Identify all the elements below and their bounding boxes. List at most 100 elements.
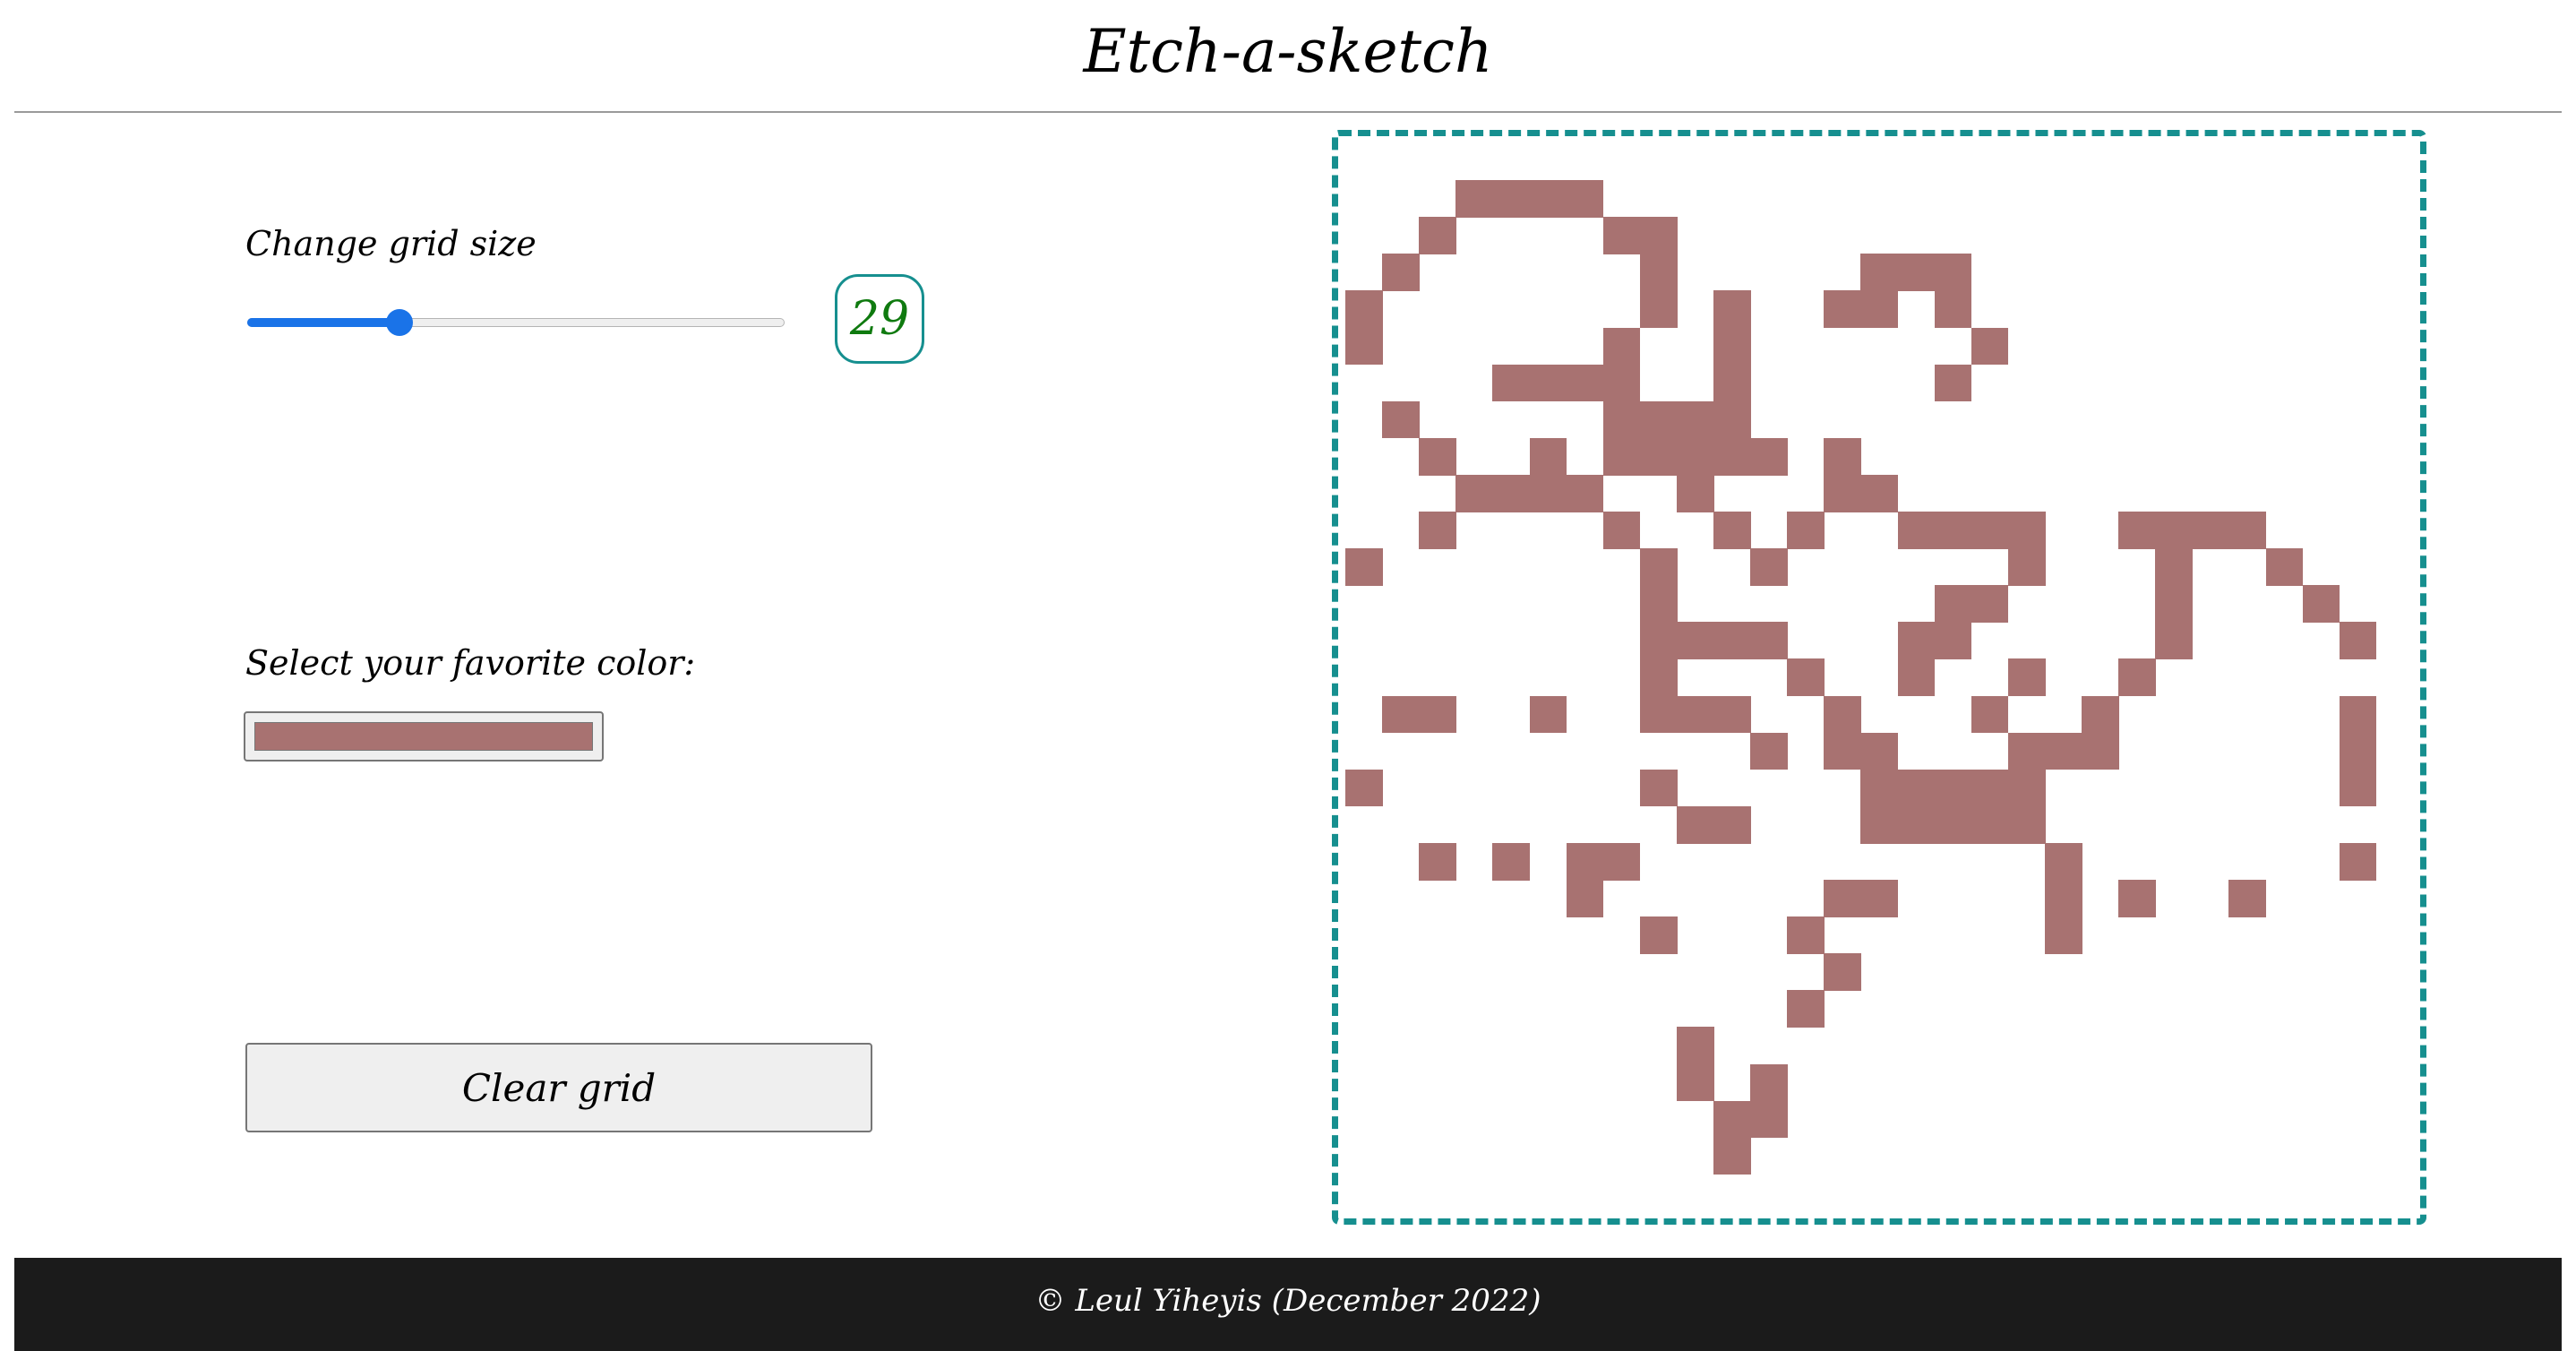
painted-cell[interactable] — [1639, 585, 1678, 623]
painted-cell[interactable] — [2044, 732, 2082, 770]
painted-cell[interactable] — [1713, 1137, 1751, 1175]
painted-cell[interactable] — [1639, 769, 1678, 807]
painted-cell[interactable] — [2155, 512, 2193, 549]
grid-size-slider[interactable] — [247, 309, 785, 336]
painted-cell[interactable] — [1639, 217, 1678, 254]
slider-thumb[interactable] — [386, 309, 413, 336]
painted-cell[interactable] — [1419, 437, 1456, 476]
painted-cell[interactable] — [1639, 622, 1678, 660]
painted-cell[interactable] — [1676, 474, 1714, 512]
painted-cell[interactable] — [2339, 695, 2377, 734]
painted-cell[interactable] — [1934, 254, 1972, 291]
painted-cell[interactable] — [1676, 1027, 1714, 1065]
painted-cell[interactable] — [1602, 512, 1641, 549]
painted-cell[interactable] — [1824, 474, 1862, 512]
painted-cell[interactable] — [1676, 805, 1714, 844]
painted-cell[interactable] — [1750, 732, 1788, 770]
sketch-grid[interactable] — [1332, 130, 2426, 1225]
painted-cell[interactable] — [1492, 180, 1531, 218]
painted-cell[interactable] — [1529, 180, 1567, 218]
painted-cell[interactable] — [1639, 290, 1678, 329]
clear-grid-button[interactable]: Clear grid — [245, 1043, 872, 1132]
painted-cell[interactable] — [1602, 217, 1641, 254]
painted-cell[interactable] — [2007, 658, 2046, 697]
painted-cell[interactable] — [1492, 364, 1531, 402]
painted-cell[interactable] — [2082, 732, 2119, 770]
painted-cell[interactable] — [2192, 512, 2230, 549]
painted-cell[interactable] — [1860, 880, 1899, 917]
painted-cell[interactable] — [1492, 474, 1531, 512]
painted-cell[interactable] — [1639, 548, 1678, 586]
painted-cell[interactable] — [2007, 805, 2046, 844]
painted-cell[interactable] — [2044, 842, 2082, 881]
painted-cell[interactable] — [2155, 548, 2193, 586]
painted-cell[interactable] — [1971, 769, 2009, 807]
painted-cell[interactable] — [1897, 622, 1936, 660]
painted-cell[interactable] — [1860, 474, 1899, 512]
painted-cell[interactable] — [1897, 658, 1936, 697]
painted-cell[interactable] — [1934, 805, 1972, 844]
painted-cell[interactable] — [2339, 769, 2377, 807]
painted-cell[interactable] — [1750, 548, 1788, 586]
painted-cell[interactable] — [1713, 327, 1751, 366]
painted-cell[interactable] — [1345, 769, 1383, 807]
painted-cell[interactable] — [1934, 364, 1972, 402]
painted-cell[interactable] — [1602, 364, 1641, 402]
painted-cell[interactable] — [1602, 437, 1641, 476]
painted-cell[interactable] — [1529, 364, 1567, 402]
painted-cell[interactable] — [2007, 512, 2046, 549]
painted-cell[interactable] — [1529, 695, 1567, 734]
painted-cell[interactable] — [1382, 695, 1420, 734]
painted-cell[interactable] — [1897, 254, 1936, 291]
painted-cell[interactable] — [1860, 732, 1899, 770]
painted-cell[interactable] — [1934, 585, 1972, 623]
painted-cell[interactable] — [1492, 842, 1531, 881]
painted-cell[interactable] — [1824, 953, 1862, 991]
painted-cell[interactable] — [1971, 805, 2009, 844]
painted-cell[interactable] — [1971, 695, 2009, 734]
painted-cell[interactable] — [1713, 512, 1751, 549]
painted-cell[interactable] — [1750, 437, 1788, 476]
painted-cell[interactable] — [1750, 1063, 1788, 1102]
painted-cell[interactable] — [1860, 805, 1899, 844]
painted-cell[interactable] — [1455, 474, 1493, 512]
painted-cell[interactable] — [2228, 880, 2267, 917]
painted-cell[interactable] — [2007, 769, 2046, 807]
painted-cell[interactable] — [2082, 695, 2119, 734]
painted-cell[interactable] — [1713, 805, 1751, 844]
painted-cell[interactable] — [1787, 512, 1825, 549]
painted-cell[interactable] — [1639, 254, 1678, 291]
painted-cell[interactable] — [1455, 180, 1493, 218]
painted-cell[interactable] — [2265, 548, 2304, 586]
painted-cell[interactable] — [2007, 732, 2046, 770]
painted-cell[interactable] — [1824, 880, 1862, 917]
color-picker[interactable] — [244, 711, 604, 762]
painted-cell[interactable] — [1824, 732, 1862, 770]
painted-cell[interactable] — [2339, 732, 2377, 770]
painted-cell[interactable] — [1345, 327, 1383, 366]
painted-cell[interactable] — [1639, 916, 1678, 954]
painted-cell[interactable] — [1602, 327, 1641, 366]
painted-cell[interactable] — [2118, 880, 2156, 917]
painted-cell[interactable] — [1824, 695, 1862, 734]
painted-cell[interactable] — [1419, 695, 1456, 734]
painted-cell[interactable] — [1713, 1100, 1751, 1139]
painted-cell[interactable] — [1345, 290, 1383, 329]
painted-cell[interactable] — [1419, 217, 1456, 254]
painted-cell[interactable] — [1897, 805, 1936, 844]
painted-cell[interactable] — [1345, 548, 1383, 586]
painted-cell[interactable] — [2155, 622, 2193, 660]
painted-cell[interactable] — [1787, 658, 1825, 697]
painted-cell[interactable] — [1382, 254, 1420, 291]
painted-cell[interactable] — [1566, 880, 1604, 917]
painted-cell[interactable] — [2228, 512, 2267, 549]
painted-cell[interactable] — [1602, 400, 1641, 439]
painted-cell[interactable] — [1676, 1063, 1714, 1102]
painted-cell[interactable] — [1750, 622, 1788, 660]
painted-cell[interactable] — [1529, 474, 1567, 512]
painted-cell[interactable] — [2339, 842, 2377, 881]
painted-cell[interactable] — [1934, 769, 1972, 807]
painted-cell[interactable] — [1971, 585, 2009, 623]
painted-cell[interactable] — [2044, 880, 2082, 917]
painted-cell[interactable] — [1897, 769, 1936, 807]
